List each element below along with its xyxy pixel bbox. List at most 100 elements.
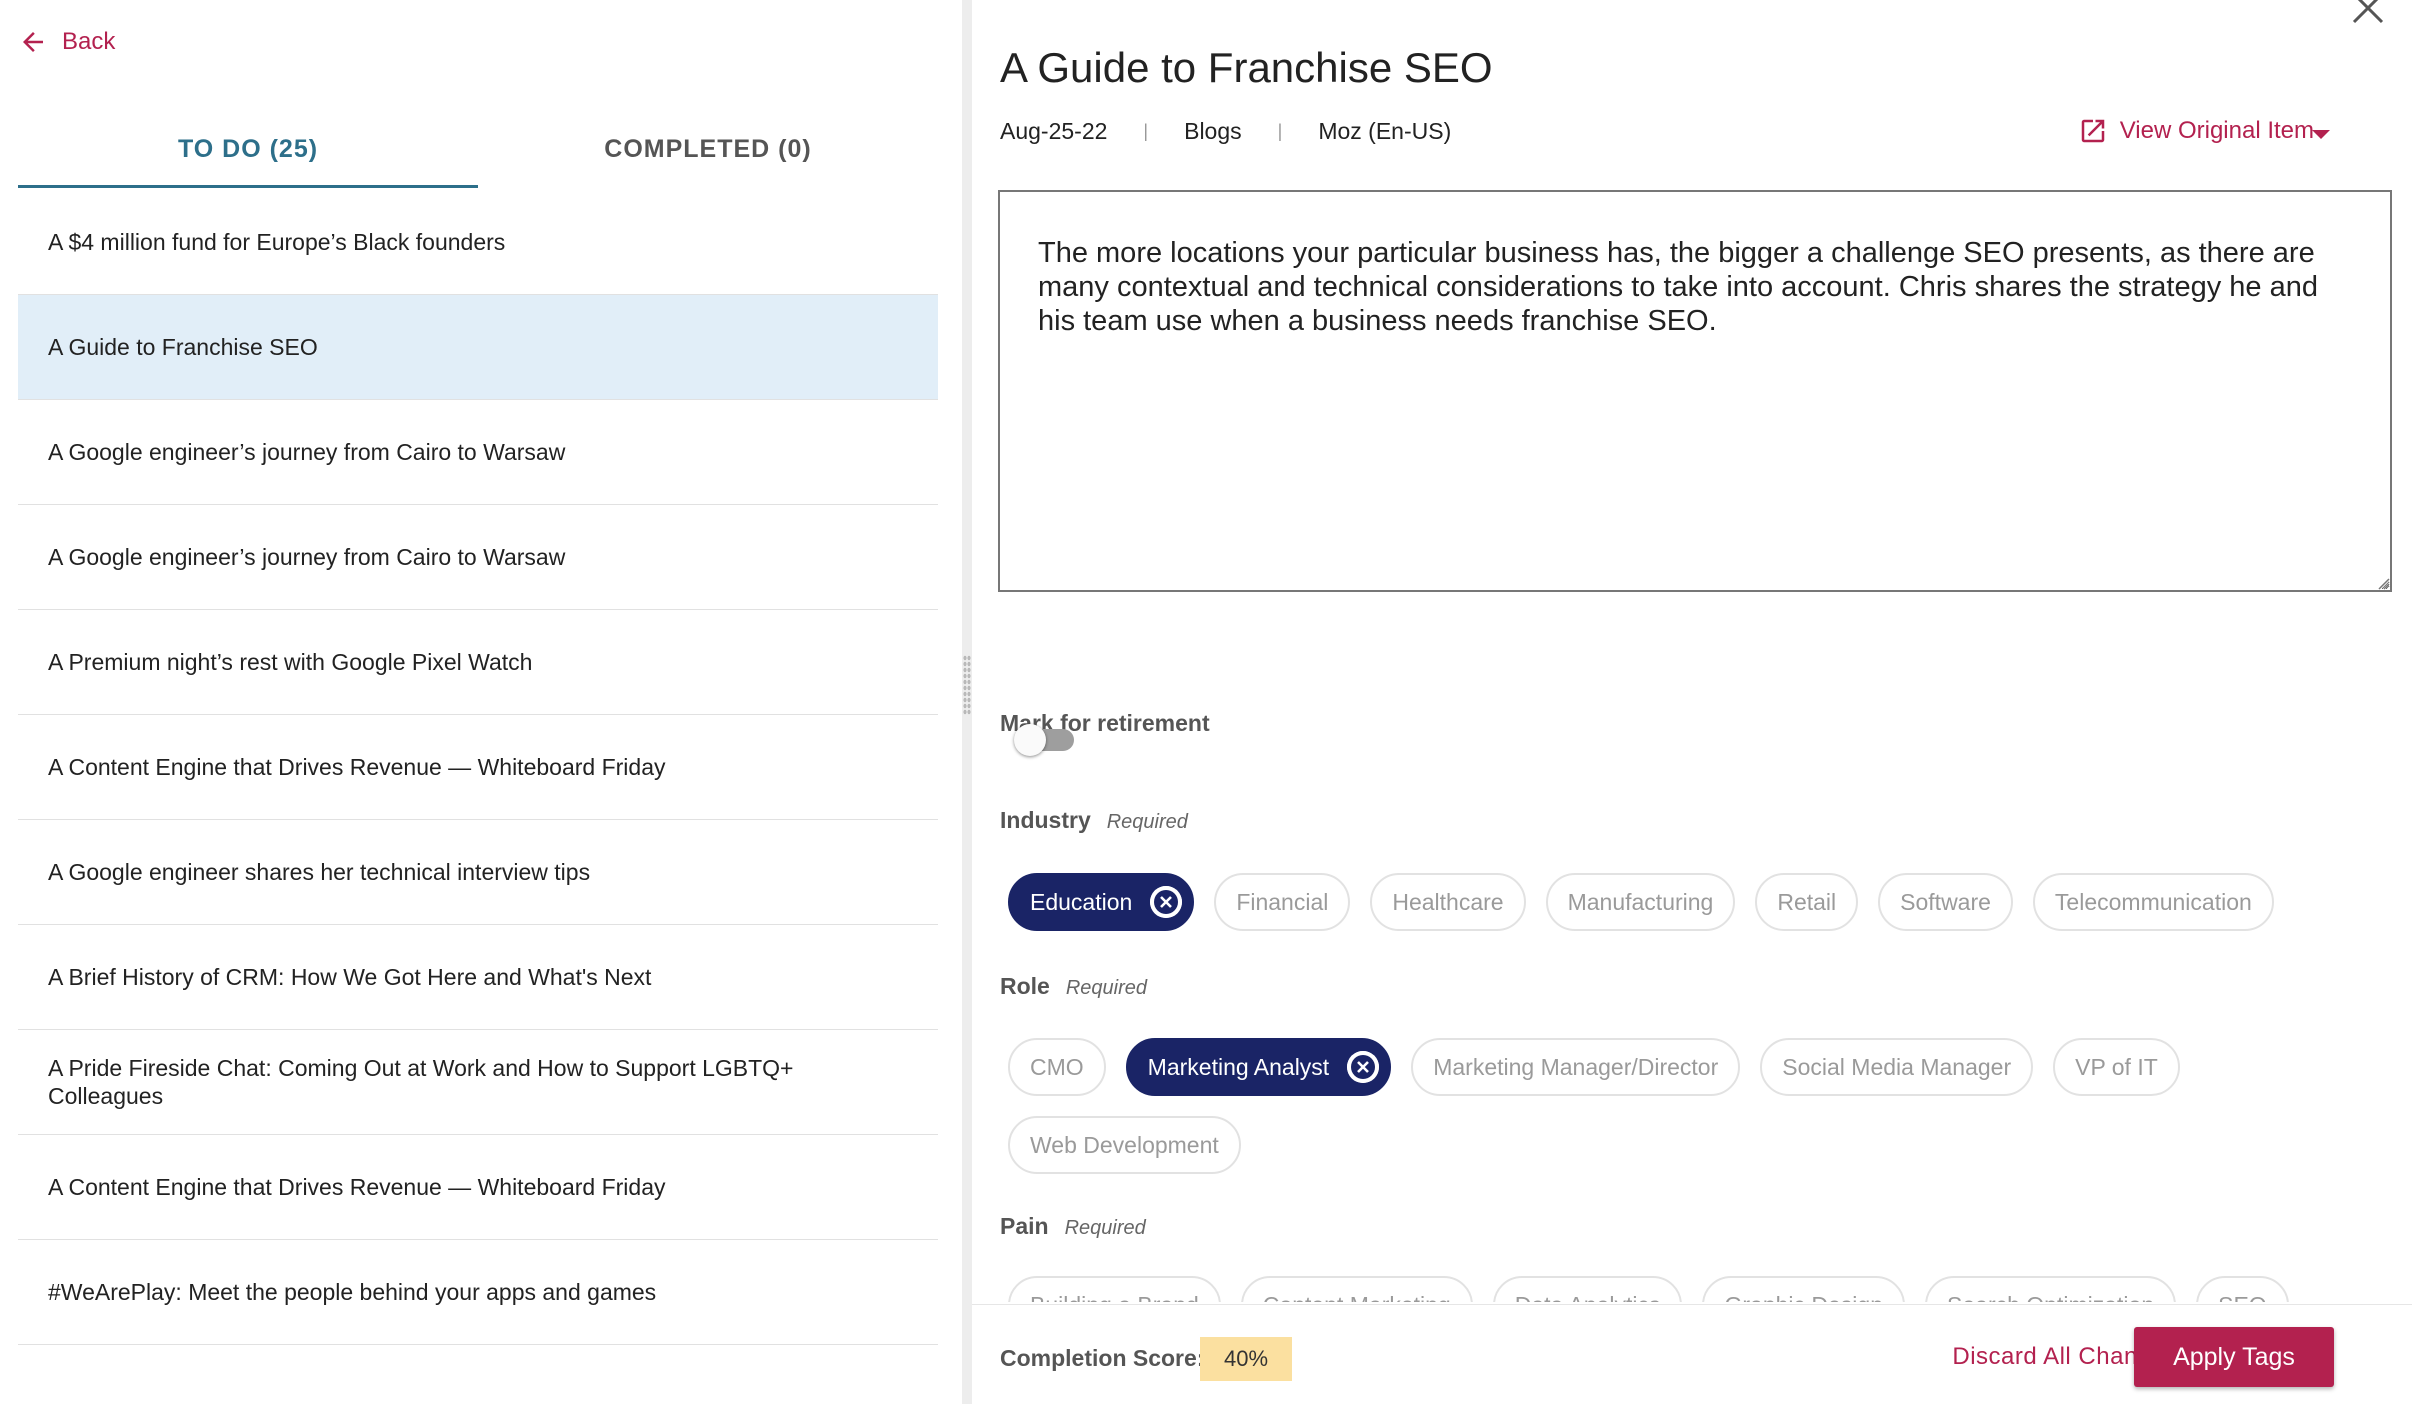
role-chip-label: Web Development [1030, 1131, 1219, 1158]
industry-chip-label: Education [1030, 888, 1133, 915]
industry-chip-label: Manufacturing [1567, 888, 1714, 915]
industry-chip-label: Telecommunication [2054, 888, 2252, 915]
item-source: Moz (En-US) [1318, 118, 1452, 144]
tab-bar: TO DO (25) COMPLETED (0) [18, 110, 938, 188]
view-original-label: View Original Item [2119, 117, 2314, 144]
meta-divider: | [1143, 121, 1149, 141]
industry-chip[interactable]: Healthcare [1370, 873, 1526, 931]
list-item-title: A Content Engine that Drives Revenue — W… [48, 754, 666, 780]
drag-handle-icon[interactable] [963, 655, 971, 715]
list-item[interactable]: A Premium night’s rest with Google Pixel… [18, 610, 938, 715]
pain-chip[interactable]: Building a Brand [1008, 1276, 1221, 1302]
item-list-panel: Back TO DO (25) COMPLETED (0) A $4 milli… [0, 0, 962, 1404]
close-icon[interactable] [2350, 0, 2386, 28]
role-chip-label: Social Media Manager [1782, 1053, 2012, 1080]
pain-chip[interactable]: Graphic Design [1702, 1276, 1906, 1303]
completion-score-label: Completion Score: [1000, 1345, 1205, 1371]
list-item[interactable]: A Google engineer shares her technical i… [18, 820, 938, 925]
pain-label: Pain Required [1000, 1213, 1146, 1240]
resize-handle-icon[interactable] [2376, 576, 2390, 590]
action-footer: Completion Score: 40% Discard All Change… [972, 1304, 2412, 1404]
role-chip[interactable]: Marketing Analyst [1125, 1038, 1392, 1096]
list-item-title: A Premium night’s rest with Google Pixel… [48, 649, 533, 675]
industry-chip-label: Healthcare [1392, 888, 1504, 915]
pain-chip[interactable]: Search Optimization [1925, 1276, 2177, 1303]
list-item-title: A Google engineer’s journey from Cairo t… [48, 544, 566, 570]
role-chip[interactable]: VP of IT [2053, 1038, 2180, 1096]
pain-chip-label: Data Analytics [1515, 1292, 1661, 1303]
list-item[interactable]: A Content Engine that Drives Revenue — W… [18, 1135, 938, 1240]
industry-chip[interactable]: Telecommunication [2032, 873, 2274, 931]
role-label-text: Role [1000, 973, 1050, 999]
arrow-left-icon [23, 32, 43, 52]
pain-chip-label: Building a Brand [1030, 1292, 1199, 1303]
list-item-title: A $4 million fund for Europe’s Black fou… [48, 229, 506, 255]
pain-chip[interactable]: Content Marketing [1240, 1276, 1473, 1303]
industry-chip[interactable]: Software [1878, 873, 2013, 931]
role-chip[interactable]: Social Media Manager [1760, 1038, 2034, 1096]
page-title: A Guide to Franchise SEO [1000, 44, 1493, 91]
remove-chip-icon[interactable] [1150, 886, 1183, 918]
pain-chip[interactable]: Data Analytics [1492, 1276, 1683, 1303]
toggle-knob [1014, 724, 1046, 756]
industry-chip-label: Software [1900, 888, 1991, 915]
pain-chip-label: Search Optimization [1947, 1292, 2154, 1303]
role-required: Required [1065, 977, 1148, 999]
role-chip[interactable]: Marketing Manager/Director [1411, 1038, 1741, 1096]
retire-toggle[interactable] [1014, 724, 1074, 756]
pain-chip[interactable]: SEO [2196, 1276, 2289, 1302]
pain-chip-label: Graphic Design [1724, 1292, 1883, 1303]
industry-required: Required [1106, 811, 1188, 833]
list-item[interactable]: A $4 million fund for Europe’s Black fou… [18, 190, 938, 295]
content-item-list: A $4 million fund for Europe’s Black fou… [18, 190, 938, 1345]
industry-chip[interactable]: Education [1008, 873, 1195, 931]
list-item-title: A Guide to Franchise SEO [48, 334, 318, 360]
list-item[interactable]: A Google engineer’s journey from Cairo t… [18, 400, 938, 505]
pain-label-text: Pain [1000, 1213, 1049, 1239]
meta-divider: | [1277, 121, 1283, 141]
item-metadata: Aug-25-22 | Blogs | Moz (En-US) [1000, 118, 1451, 145]
role-chip-label: VP of IT [2075, 1053, 2158, 1080]
role-chip[interactable]: Web Development [1008, 1116, 1241, 1174]
pain-chip-group: Building a Brand Content Marketing Data An… [1008, 1276, 2388, 1302]
pain-required: Required [1064, 1217, 1146, 1239]
list-item-title: #WeArePlay: Meet the people behind your … [48, 1279, 657, 1305]
list-item[interactable]: A Pride Fireside Chat: Coming Out at Wor… [18, 1030, 938, 1135]
back-button[interactable]: Back [18, 22, 115, 62]
tab-todo[interactable]: TO DO (25) [18, 110, 478, 188]
apply-tags-button[interactable]: Apply Tags [2134, 1327, 2334, 1387]
industry-chip[interactable]: Financial [1214, 873, 1351, 931]
list-item[interactable]: A Guide to Franchise SEO [18, 295, 938, 400]
chevron-down-icon[interactable] [2312, 130, 2330, 139]
description-textarea[interactable]: The more locations your particular busin… [998, 190, 2392, 592]
industry-label-text: Industry [1000, 807, 1091, 833]
pain-chip-label: Content Marketing [1263, 1292, 1451, 1303]
list-item[interactable]: A Google engineer’s journey from Cairo t… [18, 505, 938, 610]
tab-completed[interactable]: COMPLETED (0) [478, 110, 938, 188]
remove-chip-icon[interactable] [1347, 1051, 1380, 1083]
industry-chip-group: Education Financial Healthcare Manufacturin… [1008, 873, 2388, 931]
role-chip-label: Marketing Manager/Director [1433, 1053, 1719, 1080]
item-date: Aug-25-22 [1000, 118, 1108, 144]
list-item[interactable]: #WeArePlay: Meet the people behind your … [18, 1240, 938, 1345]
list-item-title: A Google engineer’s journey from Cairo t… [48, 439, 566, 465]
role-chip-label: Marketing Analyst [1147, 1053, 1330, 1080]
industry-label: Industry Required [1000, 807, 1188, 834]
item-type: Blogs [1184, 118, 1242, 144]
industry-chip[interactable]: Manufacturing [1545, 873, 1736, 931]
list-item-title: A Google engineer shares her technical i… [48, 859, 591, 885]
list-item-title: A Content Engine that Drives Revenue — W… [48, 1174, 666, 1200]
industry-chip[interactable]: Retail [1755, 873, 1859, 931]
list-item[interactable]: A Brief History of CRM: How We Got Here … [18, 925, 938, 1030]
detail-panel: A Guide to Franchise SEO Aug-25-22 | Blo… [972, 0, 2412, 1404]
view-original-link[interactable]: View Original Item [2078, 116, 2314, 146]
role-chip-group: CMO Marketing Analyst Marketing Manager/Di… [1008, 1038, 2388, 1174]
list-item[interactable]: A Content Engine that Drives Revenue — W… [18, 715, 938, 820]
list-item-title: A Pride Fireside Chat: Coming Out at Wor… [48, 1055, 794, 1109]
role-chip-label: CMO [1030, 1053, 1084, 1080]
open-in-new-icon [2081, 119, 2104, 143]
industry-chip-label: Retail [1777, 888, 1837, 915]
back-label: Back [62, 28, 116, 55]
pain-chip-viewport: Building a Brand Content Marketing Data An… [972, 1272, 2412, 1302]
role-chip[interactable]: CMO [1008, 1038, 1106, 1096]
